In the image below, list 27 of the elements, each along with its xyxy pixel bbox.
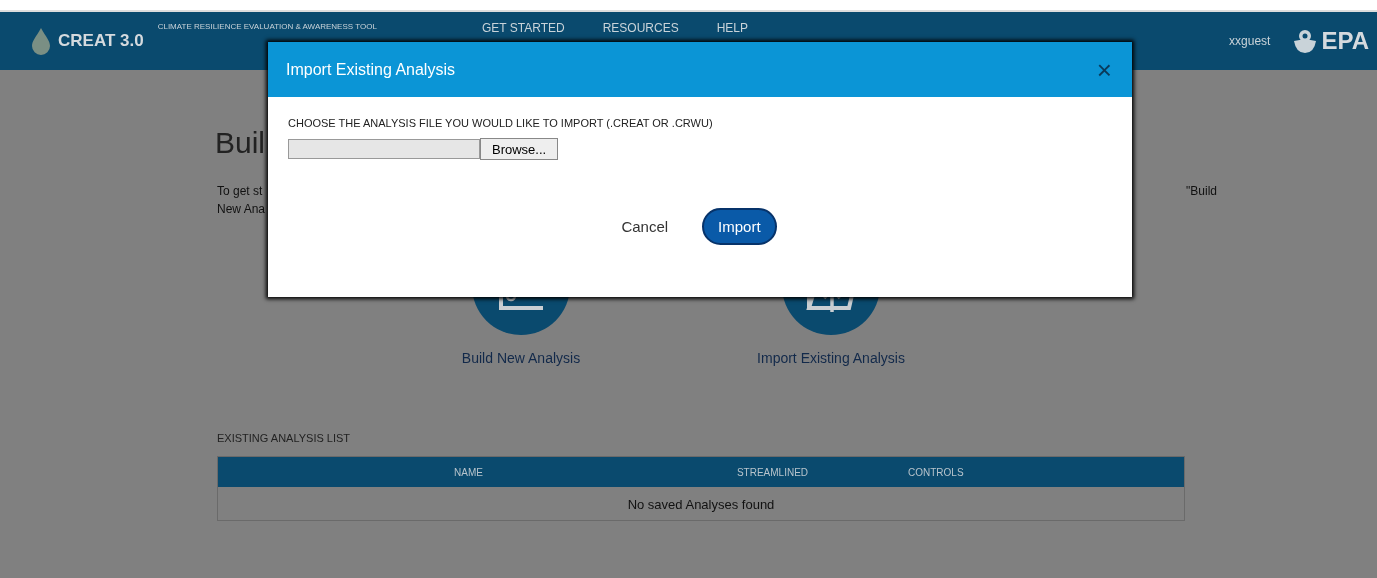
browse-button[interactable]: Browse... bbox=[480, 138, 559, 160]
file-prompt: CHOOSE THE ANALYSIS FILE YOU WOULD LIKE TO IMPORT (.CREAT OR .CRWU) bbox=[288, 117, 714, 129]
page-heading: Buil bbox=[215, 126, 266, 160]
nav-link[interactable]: RESOURCES bbox=[602, 21, 679, 35]
intro-text: "Build bbox=[1186, 184, 1217, 198]
import-button[interactable]: Import bbox=[702, 208, 777, 245]
cancel-button[interactable]: Cancel bbox=[615, 217, 675, 236]
column-header[interactable]: NAME bbox=[454, 466, 483, 478]
app-tagline: CLIMATE RESILIENCE EVALUATION & AWARENESS TOOL bbox=[157, 22, 377, 31]
intro-text: To get st bbox=[217, 184, 263, 198]
column-header[interactable]: CONTROLS bbox=[908, 466, 964, 478]
nav-link[interactable]: GET STARTED bbox=[482, 21, 565, 35]
empty-message: No saved Analyses found bbox=[626, 496, 776, 514]
action-label[interactable]: Import Existing Analysis bbox=[757, 350, 905, 366]
intro-text: New Ana bbox=[217, 202, 267, 216]
flower-icon bbox=[1292, 28, 1319, 54]
username[interactable]: xxguest bbox=[1229, 34, 1271, 48]
column-header[interactable]: STREAMLINED bbox=[736, 466, 809, 478]
section-title: EXISTING ANALYSIS LIST bbox=[217, 432, 352, 444]
water-drop-icon bbox=[30, 27, 52, 55]
action-label[interactable]: Build New Analysis bbox=[461, 350, 581, 366]
agency-logo[interactable]: EPA bbox=[1321, 27, 1369, 55]
nav-link[interactable]: HELP bbox=[716, 21, 749, 35]
close-button[interactable]: × bbox=[1094, 56, 1114, 83]
app-logo[interactable]: CREAT 3.0 bbox=[58, 31, 144, 51]
dialog-title: Import Existing Analysis bbox=[286, 60, 455, 79]
file-path-field[interactable] bbox=[288, 139, 480, 159]
